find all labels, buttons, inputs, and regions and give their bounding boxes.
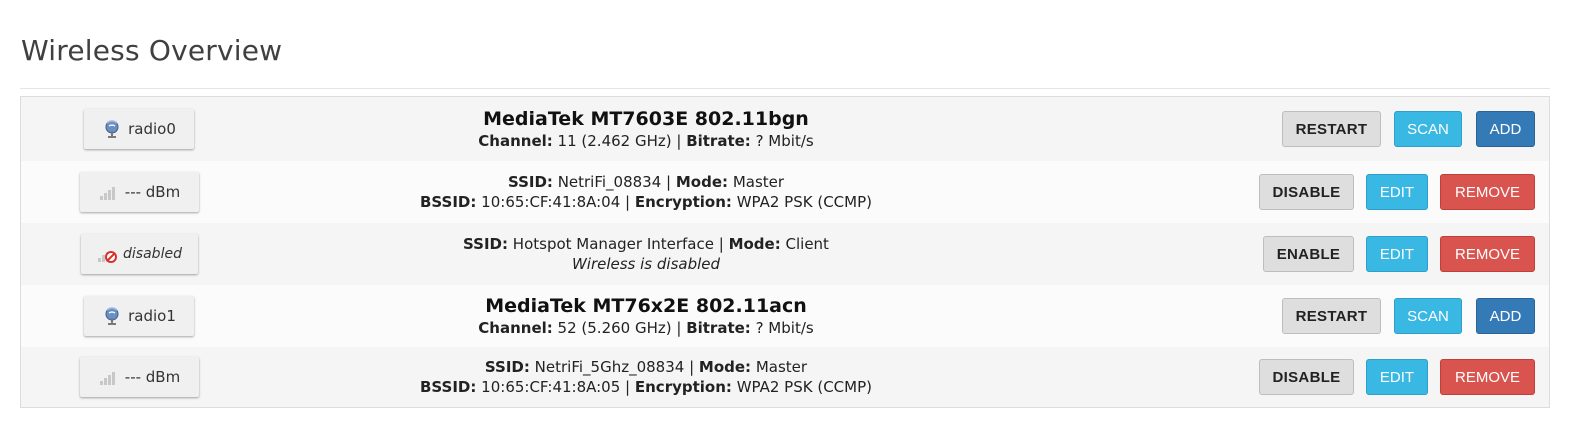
network-row: --- dBm SSID: NetriFi_5Ghz_08834 | Mode:… — [21, 347, 1549, 407]
ssid-label: SSID: — [507, 173, 553, 191]
mode-label: Mode: — [675, 173, 729, 191]
radio-info: MediaTek MT76x2E 802.11acn Channel: 52 (… — [321, 294, 971, 338]
network-row: disabled SSID: Hotspot Manager Interface… — [21, 223, 1549, 285]
title-divider — [20, 88, 1550, 89]
disable-button[interactable]: DISABLE — [1259, 359, 1354, 395]
radio-details: Channel: 11 (2.462 GHz) | Bitrate: ? Mbi… — [478, 132, 814, 150]
radio-badge[interactable]: radio1 — [84, 296, 194, 336]
bitrate-label: Bitrate: — [686, 319, 751, 337]
bssid-label: BSSID: — [419, 193, 477, 211]
add-button[interactable]: ADD — [1476, 298, 1535, 334]
restart-button[interactable]: RESTART — [1282, 111, 1381, 147]
channel-label: Channel: — [478, 319, 553, 337]
signal-badge-label: disabled — [123, 246, 182, 262]
radio-badge[interactable]: radio0 — [84, 109, 194, 149]
bssid-value: 10:65:CF:41:8A:04 — [481, 193, 621, 211]
signal-bars-icon — [99, 182, 119, 202]
ssid-label: SSID: — [484, 358, 530, 376]
radio-badge-label: radio0 — [128, 120, 176, 138]
bssid-line: BSSID: 10:65:CF:41:8A:05 | Encryption: W… — [419, 378, 872, 396]
remove-button[interactable]: REMOVE — [1440, 236, 1535, 272]
edit-button[interactable]: EDIT — [1366, 359, 1428, 395]
network-info: SSID: NetriFi_08834 | Mode: Master BSSID… — [321, 172, 971, 212]
disable-button[interactable]: DISABLE — [1259, 174, 1354, 210]
bssid-label: BSSID: — [419, 378, 477, 396]
bitrate-label: Bitrate: — [686, 132, 751, 150]
mode-value: Master — [732, 173, 785, 191]
radio-details: Channel: 52 (5.260 GHz) | Bitrate: ? Mbi… — [478, 319, 814, 337]
channel-value: 52 (5.260 GHz) — [557, 319, 672, 337]
encryption-value: WPA2 PSK (CCMP) — [736, 378, 872, 396]
edit-button[interactable]: EDIT — [1366, 174, 1428, 210]
ssid-value: NetriFi_5Ghz_08834 — [534, 358, 685, 376]
bitrate-value: ? Mbit/s — [755, 319, 814, 337]
ssid-value: NetriFi_08834 — [557, 173, 662, 191]
signal-badge-label: --- dBm — [124, 183, 181, 201]
signal-badge[interactable]: --- dBm — [80, 357, 199, 397]
ssid-line: SSID: Hotspot Manager Interface | Mode: … — [463, 235, 829, 253]
enable-button[interactable]: ENABLE — [1263, 236, 1354, 272]
remove-button[interactable]: REMOVE — [1440, 359, 1535, 395]
ssid-value: Hotspot Manager Interface — [512, 235, 714, 253]
wireless-overview-table: radio0 MediaTek MT7603E 802.11bgn Channe… — [20, 96, 1550, 408]
scan-button[interactable]: SCAN — [1394, 298, 1462, 334]
bssid-value: 10:65:CF:41:8A:05 — [481, 378, 621, 396]
signal-badge[interactable]: --- dBm — [80, 172, 199, 212]
wireless-radio-icon — [102, 306, 122, 326]
wireless-radio-icon — [102, 119, 122, 139]
ssid-line: SSID: NetriFi_08834 | Mode: Master — [507, 173, 785, 191]
add-button[interactable]: ADD — [1476, 111, 1535, 147]
scan-button[interactable]: SCAN — [1394, 111, 1462, 147]
ssid-label: SSID: — [463, 235, 509, 253]
page-title: Wireless Overview — [21, 34, 283, 67]
signal-disabled-icon — [97, 244, 118, 264]
radio-title: MediaTek MT76x2E 802.11acn — [485, 295, 807, 317]
radio-info: MediaTek MT7603E 802.11bgn Channel: 11 (… — [321, 107, 971, 151]
radio-title: MediaTek MT7603E 802.11bgn — [483, 108, 809, 130]
signal-bars-icon — [99, 367, 119, 387]
mode-label: Mode: — [698, 358, 752, 376]
network-info: SSID: Hotspot Manager Interface | Mode: … — [321, 234, 971, 274]
radio-row-radio1: radio1 MediaTek MT76x2E 802.11acn Channe… — [21, 285, 1549, 347]
radio-row-radio0: radio0 MediaTek MT7603E 802.11bgn Channe… — [21, 97, 1549, 161]
wireless-status: Wireless is disabled — [571, 255, 721, 273]
mode-value: Client — [785, 235, 829, 253]
channel-label: Channel: — [478, 132, 553, 150]
mode-label: Mode: — [728, 235, 781, 253]
encryption-label: Encryption: — [634, 378, 732, 396]
remove-button[interactable]: REMOVE — [1440, 174, 1535, 210]
signal-badge[interactable]: disabled — [81, 234, 198, 274]
bitrate-value: ? Mbit/s — [755, 132, 814, 150]
network-row: --- dBm SSID: NetriFi_08834 | Mode: Mast… — [21, 161, 1549, 223]
restart-button[interactable]: RESTART — [1282, 298, 1381, 334]
signal-badge-label: --- dBm — [124, 368, 181, 386]
encryption-value: WPA2 PSK (CCMP) — [736, 193, 872, 211]
radio-badge-label: radio1 — [128, 307, 176, 325]
encryption-label: Encryption: — [634, 193, 732, 211]
channel-value: 11 (2.462 GHz) — [557, 132, 672, 150]
bssid-line: BSSID: 10:65:CF:41:8A:04 | Encryption: W… — [419, 193, 872, 211]
edit-button[interactable]: EDIT — [1366, 236, 1428, 272]
ssid-line: SSID: NetriFi_5Ghz_08834 | Mode: Master — [484, 358, 808, 376]
network-info: SSID: NetriFi_5Ghz_08834 | Mode: Master … — [321, 357, 971, 397]
mode-value: Master — [755, 358, 808, 376]
